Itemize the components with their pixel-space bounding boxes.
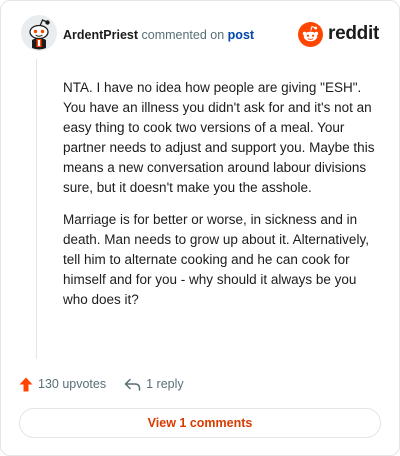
reply-count: 1 reply <box>146 377 184 391</box>
view-comments-button[interactable]: View 1 comments <box>19 408 381 438</box>
comment-actions: 130 upvotes 1 reply <box>19 373 184 395</box>
upvote-count: 130 upvotes <box>38 377 107 391</box>
comment-meta: ArdentPriest commented on post <box>63 28 254 42</box>
snoo-avatar-icon[interactable] <box>21 15 57 51</box>
reddit-snoo-icon <box>298 21 324 47</box>
action-text: commented on <box>138 28 228 42</box>
reply-button[interactable]: 1 reply <box>124 377 184 391</box>
comment-paragraph: Marriage is for better or worse, in sick… <box>63 212 369 307</box>
comment-card: ArdentPriest commented on post reddit NT… <box>0 0 400 456</box>
comment-paragraph: NTA. I have no idea how people are givin… <box>63 80 375 195</box>
comment-body: NTA. I have no idea how people are givin… <box>63 78 381 322</box>
reddit-wordmark: reddit <box>328 23 379 44</box>
post-link[interactable]: post <box>228 28 254 42</box>
upvote-arrow-icon <box>19 377 33 391</box>
reply-arrow-icon <box>124 378 141 391</box>
upvote-button[interactable]: 130 upvotes <box>19 377 106 392</box>
comment-header: ArdentPriest commented on post reddit <box>21 15 381 55</box>
reddit-brand[interactable]: reddit <box>298 21 379 47</box>
author-name[interactable]: ArdentPriest <box>63 28 138 42</box>
thread-line <box>36 59 37 359</box>
